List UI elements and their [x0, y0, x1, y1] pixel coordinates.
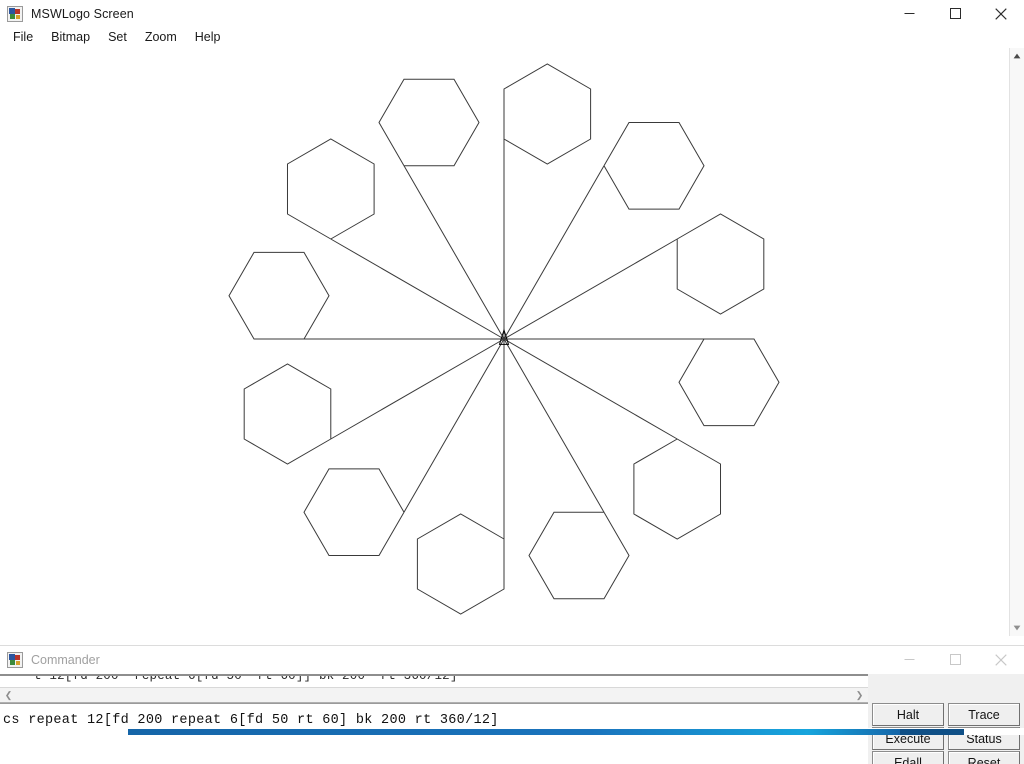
window-controls — [886, 0, 1024, 27]
history-horizontal-scrollbar[interactable]: ❮ ❯ — [0, 687, 868, 702]
commander-titlebar: Commander — [0, 646, 1024, 674]
scroll-left-arrow-icon[interactable]: ❮ — [0, 688, 17, 702]
mswlogo-icon — [7, 652, 23, 668]
commander-minimize-button[interactable] — [886, 646, 932, 673]
taskbar-strip — [0, 728, 1024, 735]
taskbar-active-region — [128, 729, 900, 735]
mswlogo-icon — [7, 5, 23, 22]
reset-button[interactable]: Reset — [948, 751, 1020, 764]
maximize-button[interactable] — [932, 0, 978, 27]
commander-window: Commander t 12[fd 200 repeat 6[fd 50 rt … — [0, 645, 1024, 764]
canvas-vertical-scrollbar[interactable] — [1009, 48, 1024, 636]
commander-body: t 12[fd 200 repeat 6[fd 50 rt 60]] bk 20… — [0, 674, 1024, 764]
trace-button[interactable]: Trace — [948, 703, 1020, 726]
scroll-right-arrow-icon[interactable]: ❯ — [851, 688, 868, 702]
scroll-up-arrow-icon[interactable] — [1010, 48, 1024, 64]
menu-item-set[interactable]: Set — [99, 28, 136, 47]
halt-button[interactable]: Halt — [872, 703, 944, 726]
scroll-down-arrow-icon[interactable] — [1010, 620, 1024, 636]
history-line: t 12[fd 200 repeat 6[fd 50 rt 60]] bk 20… — [34, 674, 458, 683]
commander-title: Commander — [31, 653, 100, 667]
menu-item-help[interactable]: Help — [186, 28, 230, 47]
logo-drawing-canvas[interactable] — [0, 48, 1009, 636]
menu-item-zoom[interactable]: Zoom — [136, 28, 186, 47]
commander-window-controls — [886, 646, 1024, 674]
window-title: MSWLogo Screen — [31, 6, 134, 21]
commander-close-button[interactable] — [978, 646, 1024, 673]
minimize-button[interactable] — [886, 0, 932, 27]
menu-item-bitmap[interactable]: Bitmap — [42, 28, 99, 47]
turtle-graphics-surface — [228, 63, 780, 615]
menu-item-file[interactable]: File — [4, 28, 42, 47]
command-input[interactable]: cs repeat 12[fd 200 repeat 6[fd 50 rt 60… — [0, 713, 499, 728]
mswlogo-application: MSWLogo Screen File Bitmap Set Zoom Help… — [0, 0, 1024, 764]
close-button[interactable] — [978, 0, 1024, 27]
commander-maximize-button[interactable] — [932, 646, 978, 673]
menu-bar: File Bitmap Set Zoom Help — [0, 27, 1024, 48]
taskbar-secondary-region — [900, 729, 964, 735]
edall-button[interactable]: Edall — [872, 751, 944, 764]
commander-history-pane[interactable]: t 12[fd 200 repeat 6[fd 50 rt 60]] bk 20… — [0, 674, 868, 703]
main-window-titlebar: MSWLogo Screen — [0, 0, 1024, 27]
